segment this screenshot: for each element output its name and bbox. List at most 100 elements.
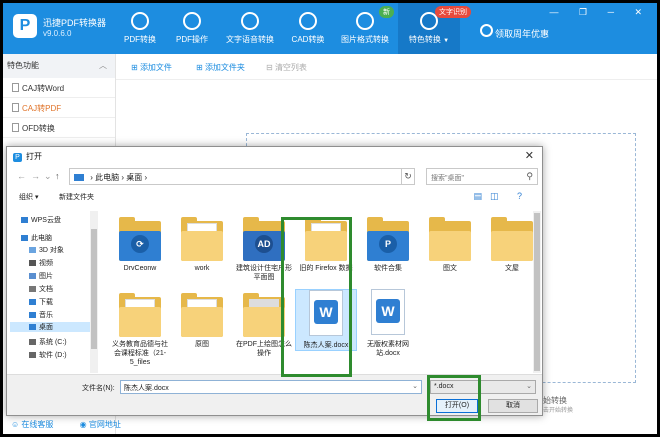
cancel-button[interactable]: 取消	[488, 399, 538, 413]
up-arrow-icon[interactable]: ↑	[55, 171, 60, 181]
sidebar-item-ofd[interactable]: OFD转换	[3, 118, 115, 138]
computer-icon	[74, 174, 84, 181]
forward-arrow-icon[interactable]: →	[31, 171, 40, 181]
nav-wps-cloud[interactable]: WPS云盘	[21, 215, 61, 225]
chevron-down-icon[interactable]: ⌄	[412, 382, 418, 390]
folder-icon	[491, 217, 533, 261]
sidebar-item-label: OFD转换	[22, 124, 55, 133]
breadcrumb-desktop[interactable]: 桌面	[126, 173, 142, 182]
nav-3d-objects[interactable]: 3D 对象	[29, 245, 64, 255]
clear-list-button[interactable]: ⊟ 清空列表	[266, 62, 307, 73]
bottom-links: ☺ 在线客服 ◉ 官网地址	[11, 419, 145, 430]
nav-label: PDF操作	[176, 35, 208, 44]
start-convert-text: 始转换	[543, 396, 567, 405]
nav-cad-convert[interactable]: CAD转换	[282, 3, 334, 54]
file-label: work	[194, 265, 210, 272]
filename-input[interactable]: 陈杰人案.docx ⌄	[120, 380, 422, 394]
nav-label: 文字语音转换	[226, 35, 274, 44]
nav-scrollbar-thumb[interactable]	[91, 229, 97, 349]
sidebar-item-label: CAJ转PDF	[22, 104, 62, 113]
nav-text-to-speech[interactable]: 文字语音转换	[218, 3, 282, 54]
filename-value: 陈杰人案.docx	[124, 385, 169, 392]
file-item-software[interactable]: P 软件合集	[357, 217, 419, 273]
document-icon	[12, 123, 19, 132]
file-label: 无版权素材网站.docx	[367, 341, 409, 357]
start-convert-hint: 始转换 击开始转换	[543, 396, 573, 416]
pdf-convert-icon	[131, 12, 149, 30]
file-label: 义务教育品德与社会课程标准（21-5_files	[112, 341, 168, 366]
view-options[interactable]: ▤◫ ?	[473, 191, 530, 202]
breadcrumb-this-pc[interactable]: 此电脑	[95, 173, 119, 182]
add-file-button[interactable]: ⊞ 添加文件	[131, 62, 172, 73]
cloud-icon	[21, 217, 28, 223]
chevron-down-icon: ▼	[443, 38, 450, 44]
nav-pdf-convert[interactable]: PDF转换	[114, 3, 166, 54]
folder-icon	[181, 293, 223, 337]
nav-pdf-operate[interactable]: PDF操作	[166, 3, 218, 54]
nav-label: 3D 对象	[39, 247, 64, 254]
nav-downloads[interactable]: 下载	[29, 297, 53, 307]
nav-label: 图片	[39, 273, 53, 280]
refresh-icon[interactable]: ↻	[401, 168, 415, 185]
nav-this-pc[interactable]: 此电脑	[21, 233, 52, 243]
chevron-up-icon: ︿	[99, 61, 107, 70]
new-folder-button[interactable]: 新建文件夹	[59, 192, 94, 202]
file-item-tuwen[interactable]: 图文	[419, 217, 481, 273]
file-item-original-images[interactable]: 原图	[171, 293, 233, 349]
file-item-curriculum[interactable]: 义务教育品德与社会课程标准（21-5_files	[109, 293, 171, 367]
address-bar[interactable]: › 此电脑 › 桌面 ›	[69, 168, 411, 185]
cad-convert-icon	[299, 12, 317, 30]
sidebar-item-caj-to-word[interactable]: CAJ转Word	[3, 78, 115, 98]
cube-icon	[29, 247, 36, 253]
nav-music[interactable]: 音乐	[29, 310, 53, 320]
nav-label: 此电脑	[31, 235, 52, 242]
file-item-drvceonw[interactable]: ⟳ DrvCeonw	[109, 217, 171, 273]
chevron-down-icon[interactable]: ⌄	[44, 171, 52, 182]
computer-icon	[21, 235, 28, 241]
nav-drive-d[interactable]: 软件 (D:)	[29, 350, 67, 360]
window-controls[interactable]: — ❐ ─ ✕	[550, 7, 652, 18]
organize-button[interactable]: 组织 ▾	[19, 192, 38, 202]
dialog-toolbar: 组织 ▾ 新建文件夹 ▤◫ ?	[7, 189, 542, 205]
nav-label: WPS云盘	[31, 217, 61, 224]
new-badge: 新	[379, 6, 394, 18]
sidebar-item-caj-to-pdf[interactable]: CAJ转PDF	[3, 98, 115, 118]
image-format-icon	[356, 12, 374, 30]
file-toolbar: ⊞ 添加文件 ⊞ 添加文件夹 ⊟ 清空列表	[116, 54, 657, 80]
file-item-copyright-free-docx[interactable]: W 无版权素材网站.docx	[357, 289, 419, 358]
promo-link[interactable]: 领取周年优惠	[495, 27, 549, 40]
nav-videos[interactable]: 视频	[29, 258, 53, 268]
search-icon: ⚲	[526, 171, 533, 181]
website-link[interactable]: ◉ 官网地址	[80, 420, 133, 429]
nav-label: 文档	[39, 286, 53, 293]
sidebar-header[interactable]: 特色功能 ︿	[3, 54, 115, 78]
content-scrollbar[interactable]	[533, 211, 541, 373]
app-logo-icon: P	[13, 153, 22, 162]
file-label: DrvCeonw	[123, 265, 157, 272]
folder-icon	[119, 293, 161, 337]
app-logo-icon: P	[13, 14, 37, 38]
add-folder-button[interactable]: ⊞ 添加文件夹	[196, 62, 245, 73]
folder-icon	[429, 217, 471, 261]
file-item-work[interactable]: work	[171, 217, 233, 273]
gift-icon	[480, 24, 493, 37]
nav-desktop[interactable]: 桌面	[10, 322, 90, 332]
folder-icon	[243, 293, 285, 337]
add-folder-label: 添加文件夹	[204, 63, 245, 72]
highlight-box-file	[281, 217, 352, 377]
online-service-link[interactable]: ☺ 在线客服	[11, 420, 65, 429]
back-arrow-icon[interactable]: ←	[17, 171, 26, 181]
search-input[interactable]: 搜索"桌面" ⚲	[426, 168, 538, 185]
content-scrollbar-thumb[interactable]	[534, 213, 540, 371]
file-label: 文屋	[505, 265, 519, 272]
nav-label: 图片格式转换	[341, 35, 389, 44]
nav-pictures[interactable]: 图片	[29, 271, 53, 281]
nav-documents[interactable]: 文档	[29, 284, 53, 294]
close-icon[interactable]: ✕	[525, 149, 534, 162]
clear-list-label: 清空列表	[274, 63, 307, 72]
nav-label: CAD转换	[291, 35, 325, 44]
nav-scrollbar[interactable]	[90, 211, 98, 373]
nav-label: 特色转换	[408, 35, 441, 44]
nav-label: 下载	[39, 299, 53, 306]
nav-drive-c[interactable]: 系统 (C:)	[29, 337, 67, 347]
